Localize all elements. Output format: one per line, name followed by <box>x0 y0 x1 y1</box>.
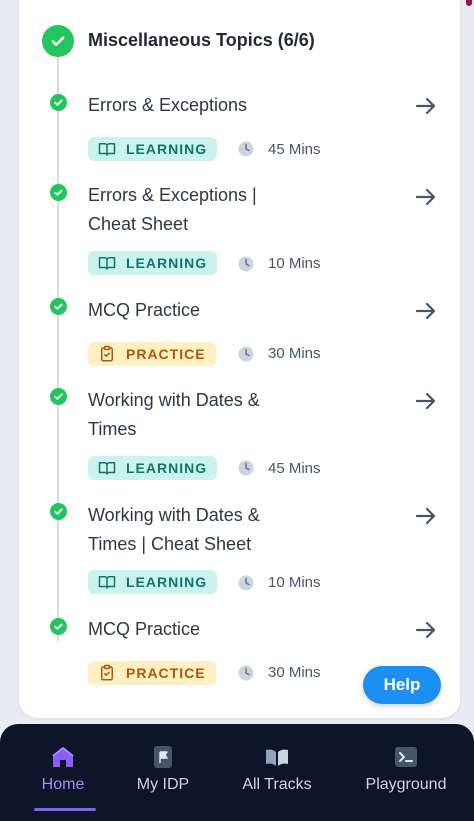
arrow-right-icon[interactable] <box>414 299 438 323</box>
badge-label: PRACTICE <box>126 346 206 362</box>
duration-text: 30 Mins <box>268 664 321 681</box>
flag-document-icon <box>154 746 172 768</box>
complete-check-icon <box>50 388 67 405</box>
clipboard-check-icon <box>98 345 116 363</box>
duration-text: 30 Mins <box>268 345 321 362</box>
nav-label: Playground <box>365 776 447 793</box>
nav-label: All Tracks <box>242 776 312 793</box>
clock-icon <box>238 665 254 681</box>
nav-item-playground[interactable]: Playground <box>347 724 465 821</box>
complete-check-icon <box>50 184 67 201</box>
learning-badge: LEARNING <box>88 570 217 594</box>
learning-badge: LEARNING <box>88 456 217 480</box>
help-button[interactable]: Help <box>363 666 441 704</box>
open-book-icon <box>98 459 116 477</box>
nav-item-my-idp[interactable]: My IDP <box>104 724 222 821</box>
item-title[interactable]: MCQ Practice <box>88 296 348 325</box>
badge-label: LEARNING <box>126 460 208 476</box>
badge-label: LEARNING <box>126 574 208 590</box>
arrow-right-icon[interactable] <box>414 389 438 413</box>
decorative-corner <box>466 0 472 6</box>
open-book-icon <box>98 254 116 272</box>
item-title[interactable]: MCQ Practice <box>88 615 348 644</box>
active-indicator <box>34 808 96 811</box>
clock-icon <box>238 575 254 591</box>
home-icon <box>52 747 74 767</box>
duration-text: 45 Mins <box>268 141 321 158</box>
practice-badge: PRACTICE <box>88 661 216 685</box>
learning-badge: LEARNING <box>88 137 217 161</box>
arrow-right-icon[interactable] <box>414 504 438 528</box>
clock-icon <box>238 256 254 272</box>
clock-icon <box>238 346 254 362</box>
open-book-icon <box>98 573 116 591</box>
learning-badge: LEARNING <box>88 251 217 275</box>
practice-badge: PRACTICE <box>88 342 216 366</box>
complete-check-icon <box>50 298 67 315</box>
badge-label: PRACTICE <box>126 665 206 681</box>
complete-check-icon <box>50 94 67 111</box>
item-title[interactable]: Working with Dates & Times <box>88 386 288 444</box>
item-title[interactable]: Errors & Exceptions | Cheat Sheet <box>88 181 278 239</box>
section-title: Miscellaneous Topics (6/6) <box>88 30 315 50</box>
arrow-right-icon[interactable] <box>414 94 438 118</box>
complete-check-icon <box>50 503 67 520</box>
open-book-icon <box>98 140 116 158</box>
arrow-right-icon[interactable] <box>414 618 438 642</box>
section-complete-check-icon <box>42 25 74 57</box>
clipboard-check-icon <box>98 664 116 682</box>
nav-label: My IDP <box>136 776 190 793</box>
clock-icon <box>238 141 254 157</box>
complete-check-icon <box>50 618 67 635</box>
item-title[interactable]: Working with Dates & Times | Cheat Sheet <box>88 501 288 559</box>
terminal-icon <box>395 747 417 767</box>
arrow-right-icon[interactable] <box>414 185 438 209</box>
open-book-icon <box>266 749 288 766</box>
duration-text: 45 Mins <box>268 460 321 477</box>
badge-label: LEARNING <box>126 141 208 157</box>
badge-label: LEARNING <box>126 255 208 271</box>
duration-text: 10 Mins <box>268 255 321 272</box>
clock-icon <box>238 460 254 476</box>
timeline-line <box>57 56 59 641</box>
item-title[interactable]: Errors & Exceptions <box>88 91 348 120</box>
nav-item-all-tracks[interactable]: All Tracks <box>218 724 336 821</box>
duration-text: 10 Mins <box>268 574 321 591</box>
bottom-nav: Home My IDP All Tracks Playground <box>0 724 474 821</box>
